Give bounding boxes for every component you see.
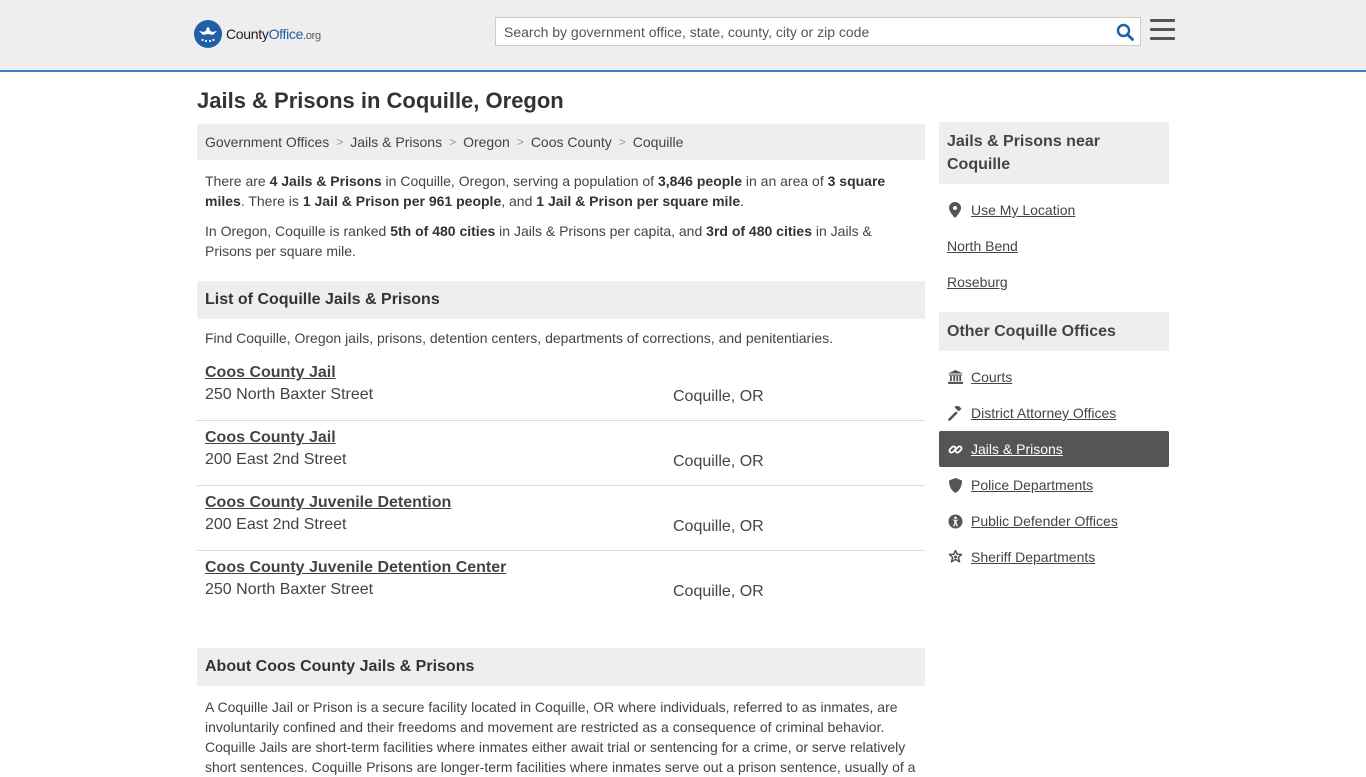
police-departments-link[interactable]: Police Departments [971, 477, 1093, 493]
listing-city: Coquille, OR [673, 518, 764, 535]
breadcrumb-jails-prisons[interactable]: Jails & Prisons [350, 134, 442, 150]
chevron-right-icon: > [516, 135, 524, 149]
page-title: Jails & Prisons in Coquille, Oregon [197, 88, 564, 113]
intro-paragraph-ranking: In Oregon, Coquille is ranked 5th of 480… [205, 223, 872, 259]
breadcrumb-government-offices[interactable]: Government Offices [205, 134, 329, 150]
courts-link[interactable]: Courts [971, 369, 1012, 385]
list-heading: List of Coquille Jails & Prisons [197, 281, 925, 319]
search-input[interactable] [496, 18, 1110, 45]
breadcrumb-coos-county[interactable]: Coos County [531, 134, 612, 150]
about-heading: About Coos County Jails & Prisons [197, 648, 925, 686]
listing-address: 250 North Baxter Street [205, 386, 374, 403]
shield-icon [947, 477, 963, 493]
chain-link-icon [947, 441, 963, 457]
site-logo[interactable]: CountyOffice.org [194, 20, 321, 48]
courthouse-icon [947, 369, 963, 385]
gavel-icon [947, 405, 963, 421]
sidebar: Jails & Prisons near Coquille Use My Loc… [939, 122, 1169, 575]
list-item: Coos County Jail 250 North Baxter Street… [197, 356, 925, 421]
listings: Coos County Jail 250 North Baxter Street… [197, 356, 925, 616]
sidebar-item-courts[interactable]: Courts [939, 359, 1169, 395]
chevron-right-icon: > [449, 135, 457, 149]
sheriff-departments-link[interactable]: Sheriff Departments [971, 549, 1095, 565]
sidebar-item-public-defender[interactable]: Public Defender Offices [939, 503, 1169, 539]
roseburg-link[interactable]: Roseburg [947, 274, 1008, 290]
sidebar-item-district-attorney[interactable]: District Attorney Offices [939, 395, 1169, 431]
search-icon [1116, 23, 1134, 41]
sidebar-item-police[interactable]: Police Departments [939, 467, 1169, 503]
listing-address: 200 East 2nd Street [205, 516, 347, 533]
nearby-list: Use My Location North Bend Roseburg [939, 192, 1169, 300]
jails-prisons-link[interactable]: Jails & Prisons [971, 441, 1063, 457]
listing-city: Coquille, OR [673, 583, 764, 600]
star-badge-icon [947, 549, 963, 565]
listing-city: Coquille, OR [673, 388, 764, 405]
sidebar-nearby-heading: Jails & Prisons near Coquille [939, 122, 1169, 184]
list-item: Coos County Jail 200 East 2nd Street Coq… [197, 421, 925, 486]
eagle-logo-icon [194, 20, 222, 48]
map-pin-icon [947, 202, 963, 218]
breadcrumb-coquille[interactable]: Coquille [633, 134, 684, 150]
listing-name-link[interactable]: Coos County Jail [205, 429, 336, 447]
north-bend-link[interactable]: North Bend [947, 238, 1018, 254]
listing-name-link[interactable]: Coos County Jail [205, 364, 336, 382]
sidebar-item-sheriff[interactable]: Sheriff Departments [939, 539, 1169, 575]
breadcrumb-oregon[interactable]: Oregon [463, 134, 510, 150]
sidebar-item-use-my-location[interactable]: Use My Location [939, 192, 1169, 228]
search-button[interactable] [1110, 18, 1140, 45]
listing-address: 250 North Baxter Street [205, 581, 374, 598]
use-my-location-link[interactable]: Use My Location [971, 202, 1075, 218]
district-attorney-link[interactable]: District Attorney Offices [971, 405, 1116, 421]
listing-name-link[interactable]: Coos County Juvenile Detention [205, 494, 451, 512]
sidebar-item-north-bend[interactable]: North Bend [939, 228, 1169, 264]
list-item: Coos County Juvenile Detention 200 East … [197, 486, 925, 551]
listing-city: Coquille, OR [673, 453, 764, 470]
listing-address: 200 East 2nd Street [205, 451, 347, 468]
breadcrumb: Government Offices > Jails & Prisons > O… [197, 124, 925, 160]
public-defender-link[interactable]: Public Defender Offices [971, 513, 1118, 529]
logo-wordmark: CountyOffice.org [226, 26, 321, 42]
sidebar-other-heading: Other Coquille Offices [939, 312, 1169, 351]
accessibility-icon [947, 513, 963, 529]
intro-paragraph-stats: There are 4 Jails & Prisons in Coquille,… [205, 173, 886, 209]
main-content: Government Offices > Jails & Prisons > O… [197, 124, 925, 777]
listing-name-link[interactable]: Coos County Juvenile Detention Center [205, 559, 506, 577]
search-bar [495, 17, 1141, 46]
site-header: CountyOffice.org [0, 0, 1366, 72]
about-text: A Coquille Jail or Prison is a secure fa… [205, 699, 916, 775]
other-offices-list: Courts District Attorney Offices Jails &… [939, 359, 1169, 575]
sidebar-item-jails-prisons[interactable]: Jails & Prisons [939, 431, 1169, 467]
list-item: Coos County Juvenile Detention Center 25… [197, 551, 925, 616]
chevron-right-icon: > [618, 135, 626, 149]
chevron-right-icon: > [336, 135, 344, 149]
hamburger-menu-icon[interactable] [1150, 19, 1175, 41]
sidebar-item-roseburg[interactable]: Roseburg [939, 264, 1169, 300]
list-intro: Find Coquille, Oregon jails, prisons, de… [205, 330, 834, 346]
